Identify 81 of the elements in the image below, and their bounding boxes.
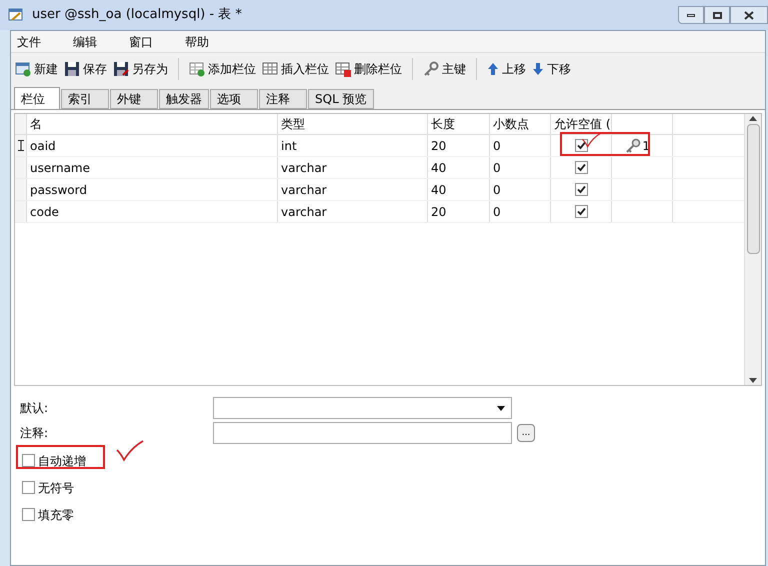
table-cell: 40 <box>428 157 490 178</box>
checkmark-icon <box>576 141 586 150</box>
dropdown-arrow-icon <box>497 406 505 410</box>
up-arrow-icon <box>487 62 499 76</box>
table-cell: 0 <box>490 201 551 222</box>
table-cell: 0 <box>490 157 551 178</box>
scroll-down-arrow-icon[interactable] <box>749 378 757 383</box>
table-cell: 0 <box>490 135 551 156</box>
checkbox[interactable] <box>22 481 35 494</box>
checkbox[interactable] <box>22 508 35 521</box>
toolbar-button[interactable]: 下移 <box>530 57 573 81</box>
menu-item[interactable]: 编辑 <box>67 32 103 50</box>
checkbox-label[interactable]: 无符号 <box>38 478 74 496</box>
close-icon <box>744 10 754 20</box>
table-cell: varchar <box>278 179 428 200</box>
column-header[interactable]: 小数点 <box>490 114 551 134</box>
tab[interactable]: 触发器 <box>159 89 209 109</box>
table-row[interactable]: code varchar 20 0 <box>15 201 744 223</box>
table-cell: 20 <box>428 135 490 156</box>
ellipsis-button[interactable]: ... <box>517 424 535 442</box>
table-cell: varchar <box>278 157 428 178</box>
table-icon <box>8 7 24 23</box>
checkbox[interactable] <box>22 454 35 467</box>
tab[interactable]: 外键 <box>110 89 158 109</box>
checkmark-icon <box>576 207 586 216</box>
table-row[interactable]: password varchar 40 0 <box>15 179 744 201</box>
minimize-button[interactable] <box>678 6 704 24</box>
tab[interactable]: SQL 预览 <box>308 89 374 109</box>
table-cell: password <box>27 179 278 200</box>
comment-field[interactable] <box>213 422 512 444</box>
comment-label: 注释: <box>20 425 50 442</box>
checkbox-label[interactable]: 填充零 <box>38 506 74 524</box>
text-cursor-icon <box>18 140 24 151</box>
tab[interactable]: 栏位 <box>14 87 60 109</box>
window-title: user @ssh_oa (localmysql) - 表 * <box>32 6 242 24</box>
table-delete-icon <box>335 61 351 77</box>
key-icon <box>423 61 439 77</box>
table-add-icon <box>189 61 205 77</box>
column-header[interactable]: 长度 <box>428 114 490 134</box>
column-header[interactable]: 类型 <box>278 114 428 134</box>
table-cell: int <box>278 135 428 156</box>
table-icon <box>15 61 31 77</box>
table-cell: varchar <box>278 201 428 222</box>
toolbar-button[interactable]: 主键 <box>421 57 468 81</box>
checkmark-icon <box>576 185 586 194</box>
toolbar-button[interactable]: 上移 <box>485 57 528 81</box>
checkbox-label[interactable]: 自动递增 <box>38 452 86 470</box>
table-row[interactable]: username varchar 40 0 <box>15 157 744 179</box>
table-cell: 40 <box>428 179 490 200</box>
table-icon <box>262 61 278 77</box>
checkbox[interactable] <box>574 205 588 218</box>
table-cell: username <box>27 157 278 178</box>
default-label: 默认: <box>20 400 50 417</box>
table-cell: 0 <box>490 179 551 200</box>
table-cell: code <box>27 201 278 222</box>
menu-item[interactable]: 帮助 <box>179 32 215 50</box>
checkbox[interactable] <box>574 139 588 152</box>
menu-item[interactable]: 文件 <box>11 32 47 50</box>
checkmark-icon <box>576 163 586 172</box>
tab[interactable]: 选项 <box>210 89 258 109</box>
toolbar-button[interactable]: 保存 <box>62 57 109 81</box>
table-cell: 20 <box>428 201 490 222</box>
toolbar-button[interactable]: 插入栏位 <box>260 57 331 81</box>
toolbar-button[interactable]: 添加栏位 <box>187 57 258 81</box>
checkbox[interactable] <box>574 183 588 196</box>
tab[interactable]: 注释 <box>259 89 307 109</box>
vertical-scrollbar[interactable] <box>744 114 761 385</box>
column-header[interactable]: 允许空值 ( <box>551 114 612 134</box>
handwritten-check-icon <box>581 131 603 149</box>
column-header[interactable]: 名 <box>27 114 278 134</box>
checkbox[interactable] <box>574 161 588 174</box>
menu-item[interactable]: 窗口 <box>123 32 159 50</box>
toolbar-button[interactable]: 删除栏位 <box>333 57 404 81</box>
toolbar-button[interactable]: 另存为 <box>111 57 170 81</box>
close-button[interactable] <box>730 6 768 24</box>
scroll-up-arrow-icon[interactable] <box>749 116 757 121</box>
down-arrow-icon <box>532 62 544 76</box>
table-cell: oaid <box>27 135 278 156</box>
tab[interactable]: 索引 <box>61 89 109 109</box>
toolbar-button[interactable]: 新建 <box>13 57 60 81</box>
maximize-button[interactable] <box>704 6 730 24</box>
